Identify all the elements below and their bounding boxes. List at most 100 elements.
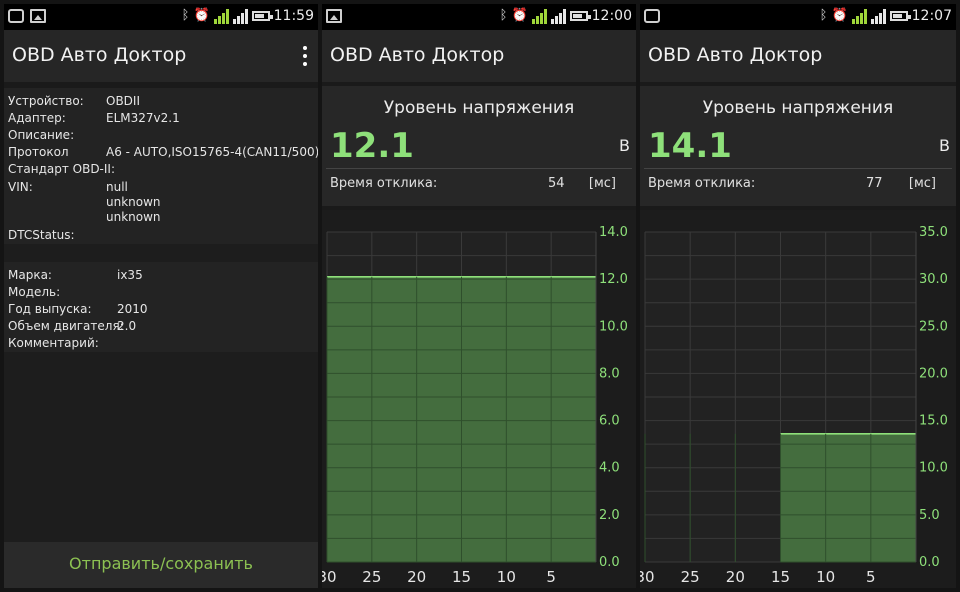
gauge-value: 14.1 <box>648 126 732 166</box>
overflow-menu-icon[interactable] <box>302 46 308 66</box>
voltage-chart: 0.0 5.0 10.0 15.0 20.0 25.0 30.0 35.0 30 25 20 15 10… <box>640 210 956 588</box>
x-tick-label: 20 <box>726 568 745 586</box>
image-icon <box>326 9 342 23</box>
gauge-value: 12.1 <box>330 126 414 166</box>
y-tick-label: 35.0 <box>919 225 948 240</box>
empty-area <box>4 352 318 542</box>
y-tick-label: 5.0 <box>919 508 940 523</box>
obd-standard-label: Стандарт OBD-II: <box>8 162 116 176</box>
voltage-chart-svg: 0.0 5.0 10.0 15.0 20.0 25.0 30.0 35.0 30 25 20 15 10… <box>640 210 956 588</box>
app-title: OBD Авто Доктор <box>330 44 505 66</box>
app-bar: OBD Авто Доктор <box>640 30 956 82</box>
x-tick-label: 10 <box>816 568 835 586</box>
app-bar: OBD Авто Доктор <box>4 30 318 82</box>
send-save-button[interactable]: Отправить/сохранить <box>4 554 318 573</box>
screen-voltage-2: ᛒ ⏰ 12:07 OBD Авто Доктор Уровень напряж… <box>640 4 956 588</box>
gauge-title: Уровень напряжения <box>383 98 575 118</box>
adapter-value: ELM327v2.1 <box>106 111 180 125</box>
app-title: OBD Авто Доктор <box>648 44 823 66</box>
app-title: OBD Авто Доктор <box>12 44 187 66</box>
response-time-value: 54 <box>548 176 565 191</box>
gauge-unit: В <box>939 136 950 155</box>
gauge-unit: В <box>619 136 630 155</box>
alarm-icon: ⏰ <box>831 8 848 23</box>
x-tick-label: 10 <box>497 568 516 586</box>
screen-voltage-1: ᛒ ⏰ 12:00 OBD Авто Доктор Уровень напряж… <box>322 4 636 588</box>
x-tick-label: 15 <box>452 568 471 586</box>
signal-icon-2 <box>232 8 248 24</box>
y-tick-label: 0.0 <box>919 555 940 570</box>
y-tick-label: 30.0 <box>919 272 948 287</box>
y-tick-label: 15.0 <box>919 414 948 429</box>
status-bar: ᛒ ⏰ 12:00 <box>322 4 636 30</box>
series-area <box>780 433 916 562</box>
make-value: ix35 <box>117 268 143 282</box>
screen-device-info: ᛒ ⏰ 11:59 OBD Авто Доктор Устройство: OB… <box>4 4 318 588</box>
device-value: OBDII <box>106 94 140 108</box>
x-tick-label: 20 <box>407 568 426 586</box>
voltage-chart-svg: 0.0 2.0 4.0 6.0 8.0 10.0 12.0 14.0 30 25 20 15 10 5 <box>322 210 636 588</box>
x-tick-label: 30 <box>640 568 655 586</box>
camera-icon <box>8 9 24 23</box>
signal-icon <box>531 8 547 24</box>
vin-value: unknown <box>106 195 161 209</box>
car-info-section: Марка: ix35 Модель: Год выпуска: 2010 Об… <box>4 262 318 352</box>
bluetooth-icon: ᛒ <box>181 8 190 23</box>
vin-value: null <box>106 180 128 194</box>
y-tick-label: 25.0 <box>919 319 948 334</box>
camera-icon <box>644 9 660 23</box>
vin-value: unknown <box>106 210 161 224</box>
status-bar: ᛒ ⏰ 12:07 <box>640 4 956 30</box>
battery-icon <box>569 11 591 21</box>
send-bar: Отправить/сохранить <box>4 542 318 588</box>
y-tick-label: 4.0 <box>599 461 620 476</box>
y-tick-label: 2.0 <box>599 508 620 523</box>
response-time-value: 77 <box>866 176 883 191</box>
alarm-icon: ⏰ <box>511 8 528 23</box>
protocol-label: Протокол <box>8 145 69 159</box>
y-tick-label: 20.0 <box>919 366 948 381</box>
comment-label: Комментарий: <box>8 336 99 350</box>
model-label: Модель: <box>8 285 61 299</box>
x-tick-label: 25 <box>362 568 381 586</box>
engine-value: 2.0 <box>117 319 137 333</box>
engine-label: Объем двигателя: <box>8 319 124 333</box>
y-tick-label: 12.0 <box>599 272 628 287</box>
divider <box>326 168 632 169</box>
battery-icon <box>251 11 273 21</box>
description-label: Описание: <box>8 128 75 142</box>
vin-label: VIN: <box>8 180 33 194</box>
clock: 12:07 <box>911 8 952 24</box>
response-time-unit: [мс] <box>908 176 936 191</box>
bluetooth-icon: ᛒ <box>819 8 828 23</box>
year-label: Год выпуска: <box>8 302 92 316</box>
signal-icon-2 <box>870 8 886 24</box>
signal-icon <box>213 8 229 24</box>
divider <box>4 244 318 262</box>
response-time-unit: [мс] <box>588 176 616 191</box>
x-tick-label: 15 <box>771 568 790 586</box>
clock: 11:59 <box>273 8 314 24</box>
x-tick-label: 25 <box>681 568 700 586</box>
adapter-info-section: Устройство: OBDII Адаптер: ELM327v2.1 Оп… <box>4 88 318 244</box>
year-value: 2010 <box>117 302 148 316</box>
divider <box>644 168 952 169</box>
response-time-label: Время отклика: <box>648 176 756 191</box>
y-tick-label: 10.0 <box>919 461 948 476</box>
app-bar: OBD Авто Доктор <box>322 30 636 82</box>
device-label: Устройство: <box>8 94 84 108</box>
y-tick-label: 14.0 <box>599 225 628 240</box>
y-tick-label: 10.0 <box>599 319 628 334</box>
make-label: Марка: <box>8 268 52 282</box>
protocol-value: A6 - AUTO,ISO15765-4(CAN11/500) <box>106 145 318 159</box>
bluetooth-icon: ᛒ <box>499 8 508 23</box>
y-tick-label: 8.0 <box>599 366 620 381</box>
x-tick-label: 5 <box>546 568 556 586</box>
status-bar: ᛒ ⏰ 11:59 <box>4 4 318 30</box>
response-time-label: Время отклика: <box>330 176 438 191</box>
y-tick-label: 0.0 <box>599 555 620 570</box>
voltage-chart: 0.0 2.0 4.0 6.0 8.0 10.0 12.0 14.0 30 25 20 15 10 5 <box>322 210 636 588</box>
signal-icon-2 <box>550 8 566 24</box>
signal-icon <box>851 8 867 24</box>
alarm-icon: ⏰ <box>193 8 210 23</box>
